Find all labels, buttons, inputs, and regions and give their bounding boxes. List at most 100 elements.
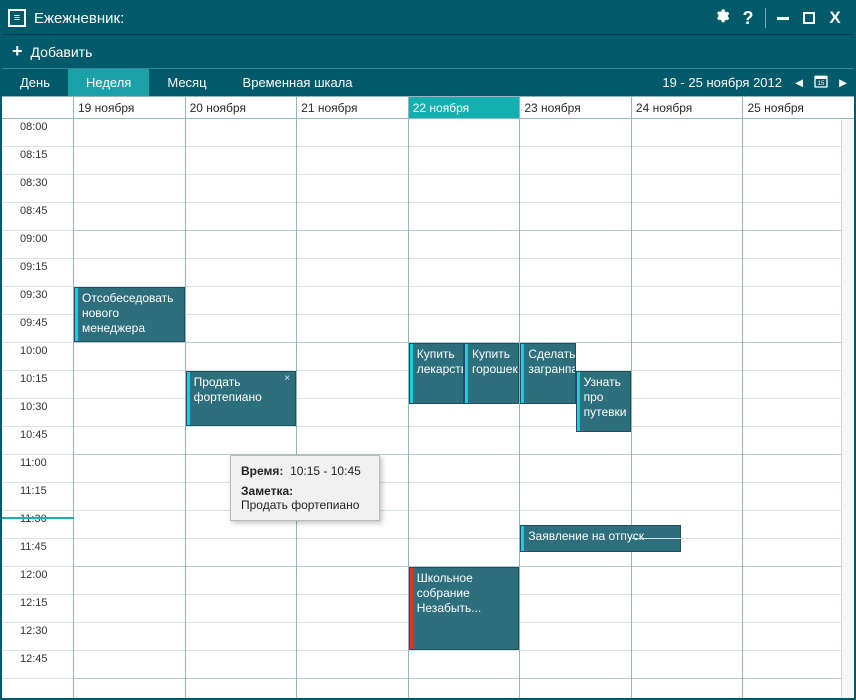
grid-slot[interactable] xyxy=(74,623,185,651)
grid-slot[interactable] xyxy=(74,231,185,259)
grid-slot[interactable] xyxy=(409,259,520,287)
event-e5[interactable]: Школьное собрание Незабыть... xyxy=(409,567,520,650)
grid-slot[interactable] xyxy=(743,595,854,623)
grid-slot[interactable] xyxy=(632,371,743,399)
grid-slot[interactable] xyxy=(297,119,408,147)
day-column[interactable]: Купить лекарствоКупить горошекШкольное с… xyxy=(409,119,521,698)
grid-slot[interactable] xyxy=(74,483,185,511)
prev-range-button[interactable]: ◄ xyxy=(788,69,810,96)
grid-slot[interactable] xyxy=(74,343,185,371)
grid-slot[interactable] xyxy=(743,511,854,539)
grid-slot[interactable] xyxy=(74,651,185,679)
grid-slot[interactable] xyxy=(409,483,520,511)
day-head-3[interactable]: 22 ноября xyxy=(409,97,521,118)
close-button[interactable]: X xyxy=(822,5,848,31)
grid-slot[interactable] xyxy=(520,231,631,259)
add-toolbar[interactable]: + Добавить xyxy=(2,34,854,68)
grid-slot[interactable] xyxy=(632,259,743,287)
tab-month[interactable]: Месяц xyxy=(149,69,224,96)
grid-slot[interactable] xyxy=(520,203,631,231)
grid-slot[interactable] xyxy=(743,399,854,427)
tab-day[interactable]: День xyxy=(2,69,68,96)
grid-slot[interactable] xyxy=(74,595,185,623)
settings-button[interactable] xyxy=(709,5,735,31)
grid-slot[interactable] xyxy=(409,455,520,483)
grid-slot[interactable] xyxy=(409,651,520,679)
grid-slot[interactable] xyxy=(409,231,520,259)
day-column[interactable] xyxy=(297,119,409,698)
grid-slot[interactable] xyxy=(632,343,743,371)
grid-slot[interactable] xyxy=(186,567,297,595)
day-head-2[interactable]: 21 ноября xyxy=(297,97,409,118)
grid-slot[interactable] xyxy=(409,427,520,455)
grid-slot[interactable] xyxy=(520,455,631,483)
grid-slot[interactable] xyxy=(743,427,854,455)
grid-slot[interactable] xyxy=(186,147,297,175)
day-column[interactable]: Отсобеседовать нового менеджера xyxy=(74,119,186,698)
grid-slot[interactable] xyxy=(297,287,408,315)
event-e7[interactable]: Узнать про путевки xyxy=(576,371,631,432)
grid-slot[interactable] xyxy=(409,539,520,567)
grid-slot[interactable] xyxy=(743,315,854,343)
grid-slot[interactable] xyxy=(743,539,854,567)
grid-slot[interactable] xyxy=(632,315,743,343)
grid-slot[interactable] xyxy=(74,147,185,175)
grid-slot[interactable] xyxy=(186,175,297,203)
grid-slot[interactable] xyxy=(297,203,408,231)
grid-slot[interactable] xyxy=(297,399,408,427)
grid-slot[interactable] xyxy=(297,231,408,259)
day-column[interactable] xyxy=(632,119,744,698)
grid-slot[interactable] xyxy=(186,427,297,455)
grid-slot[interactable] xyxy=(743,483,854,511)
grid-slot[interactable] xyxy=(520,595,631,623)
grid-slot[interactable] xyxy=(297,175,408,203)
grid-slot[interactable] xyxy=(297,259,408,287)
grid-slot[interactable] xyxy=(743,287,854,315)
grid-slot[interactable] xyxy=(186,623,297,651)
day-head-4[interactable]: 23 ноября xyxy=(520,97,632,118)
grid-slot[interactable] xyxy=(74,203,185,231)
grid-slot[interactable] xyxy=(743,175,854,203)
next-range-button[interactable]: ► xyxy=(832,69,854,96)
grid-slot[interactable] xyxy=(632,231,743,259)
grid-slot[interactable] xyxy=(632,399,743,427)
grid-slot[interactable] xyxy=(409,287,520,315)
grid-slot[interactable] xyxy=(632,427,743,455)
grid-slot[interactable] xyxy=(186,203,297,231)
grid-slot[interactable] xyxy=(743,343,854,371)
grid-slot[interactable] xyxy=(632,511,743,539)
grid-slot[interactable] xyxy=(743,147,854,175)
datepicker-button[interactable]: 15 xyxy=(810,69,832,96)
grid-slot[interactable] xyxy=(186,119,297,147)
grid-slot[interactable] xyxy=(297,567,408,595)
grid-slot[interactable] xyxy=(520,651,631,679)
grid-slot[interactable] xyxy=(520,119,631,147)
grid-slot[interactable] xyxy=(74,455,185,483)
grid-slot[interactable] xyxy=(520,175,631,203)
grid-slot[interactable] xyxy=(743,259,854,287)
grid-slot[interactable] xyxy=(743,203,854,231)
event-e2[interactable]: Продать фортепиано× xyxy=(186,371,297,426)
grid-slot[interactable] xyxy=(632,175,743,203)
grid-slot[interactable] xyxy=(186,231,297,259)
grid-slot[interactable] xyxy=(297,343,408,371)
grid-slot[interactable] xyxy=(74,567,185,595)
day-column[interactable]: Продать фортепиано× xyxy=(186,119,298,698)
grid-slot[interactable] xyxy=(297,315,408,343)
grid-slot[interactable] xyxy=(297,147,408,175)
grid-slot[interactable] xyxy=(632,287,743,315)
tab-timeline[interactable]: Временная шкала xyxy=(225,69,371,96)
maximize-button[interactable] xyxy=(796,5,822,31)
grid-slot[interactable] xyxy=(74,399,185,427)
day-column[interactable] xyxy=(743,119,854,698)
grid-slot[interactable] xyxy=(632,651,743,679)
grid-slot[interactable] xyxy=(743,623,854,651)
grid-slot[interactable] xyxy=(409,511,520,539)
grid-slot[interactable] xyxy=(409,119,520,147)
day-head-5[interactable]: 24 ноября xyxy=(632,97,744,118)
day-head-1[interactable]: 20 ноября xyxy=(186,97,298,118)
grid-slot[interactable] xyxy=(74,119,185,147)
grid-slot[interactable] xyxy=(743,371,854,399)
grid-slot[interactable] xyxy=(632,595,743,623)
event-e3[interactable]: Купить лекарство xyxy=(409,343,464,404)
